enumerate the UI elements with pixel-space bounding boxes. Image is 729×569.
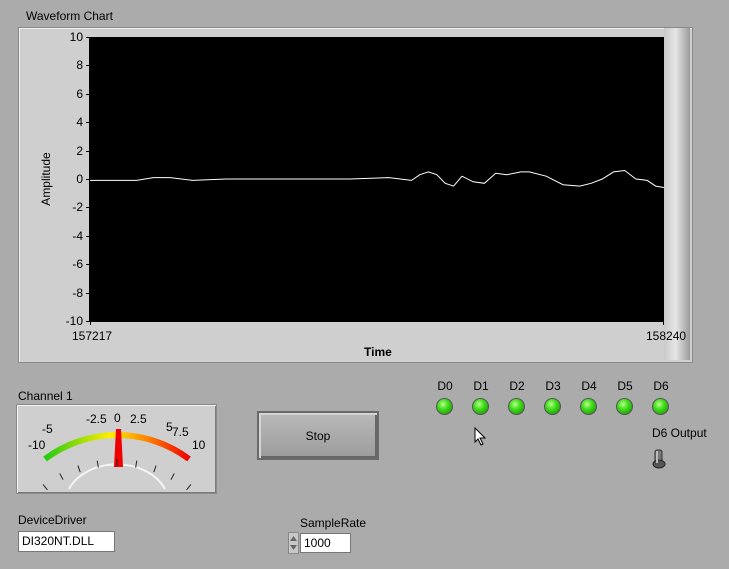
- y-tick-label: -8: [72, 285, 83, 300]
- led-label-d5: D5: [617, 379, 633, 393]
- led-label-d2: D2: [509, 379, 525, 393]
- sample-rate-label: SampleRate: [300, 516, 367, 530]
- led-label-d1: D1: [473, 379, 489, 393]
- meter-tick-label: 7.5: [172, 425, 189, 439]
- device-driver-field[interactable]: DI320NT.DLL: [18, 531, 115, 552]
- y-axis-label: Amplitude: [39, 152, 53, 206]
- y-tick-label: -10: [65, 314, 83, 328]
- led-indicator-d0[interactable]: [436, 398, 453, 415]
- y-tick-label: 8: [76, 58, 83, 73]
- led-indicator-d1[interactable]: [472, 398, 489, 415]
- meter-tick-label: 2.5: [130, 412, 147, 426]
- y-tick-label: -4: [72, 228, 83, 243]
- y-tick-label: 2: [76, 143, 83, 158]
- chart-frame-edge: [664, 28, 690, 360]
- meter-tick-mark: [170, 473, 175, 480]
- x-tick-max: 158240: [646, 329, 687, 343]
- y-tick-label: 6: [76, 86, 83, 101]
- led-indicator-d4[interactable]: [580, 398, 597, 415]
- led-indicator-d2[interactable]: [508, 398, 525, 415]
- stepper-arrows-icon: [290, 536, 297, 550]
- meter-tick-label: -5: [42, 422, 53, 436]
- device-driver-label: DeviceDriver: [18, 513, 87, 527]
- stop-button[interactable]: Stop: [257, 411, 379, 460]
- meter-tick-label: -2.5: [86, 412, 107, 426]
- led-label-d0: D0: [437, 379, 453, 393]
- sample-rate-field[interactable]: 1000: [300, 533, 351, 553]
- meter-tick-label: 10: [192, 438, 206, 452]
- x-axis-line: [90, 321, 664, 322]
- chart-title: Waveform Chart: [26, 9, 113, 23]
- led-indicator-d6[interactable]: [652, 398, 669, 415]
- meter-tick-label: -10: [28, 438, 46, 452]
- meter-tick-mark: [42, 484, 48, 491]
- x-tick-mark-min: [90, 321, 91, 325]
- waveform-series-line: [90, 169, 664, 188]
- led-indicator-d3[interactable]: [544, 398, 561, 415]
- x-tick-mark-max: [663, 321, 664, 325]
- meter-tick-mark: [153, 465, 157, 473]
- d6-output-toggle-switch[interactable]: [650, 446, 668, 472]
- y-tick-label: 4: [76, 115, 83, 130]
- meter-hub-arc: [68, 463, 166, 490]
- led-label-d6: D6: [653, 379, 669, 393]
- y-tick-label: -2: [72, 200, 83, 215]
- y-tick-label: 0: [76, 172, 83, 186]
- y-axis-line: [89, 37, 90, 321]
- meter-label: Channel 1: [18, 389, 73, 403]
- y-tick-label: -6: [72, 257, 83, 272]
- sample-rate-stepper[interactable]: [288, 532, 299, 554]
- meter-tick-label: 0: [114, 411, 121, 425]
- meter-tick-mark: [59, 473, 64, 480]
- mouse-cursor-icon: [474, 427, 486, 446]
- meter-tick-mark: [77, 465, 81, 473]
- d6-output-label: D6 Output: [652, 426, 707, 440]
- x-tick-min: 157217: [72, 329, 113, 343]
- led-label-d3: D3: [545, 379, 561, 393]
- y-tick-label: 10: [69, 30, 83, 44]
- waveform-svg: [90, 169, 664, 188]
- led-label-d4: D4: [581, 379, 597, 393]
- chart-plot-area: [90, 37, 664, 321]
- stop-button-label: Stop: [305, 428, 331, 443]
- meter-tick-mark: [186, 484, 192, 491]
- x-axis-label: Time: [364, 345, 392, 359]
- led-indicator-d5[interactable]: [616, 398, 633, 415]
